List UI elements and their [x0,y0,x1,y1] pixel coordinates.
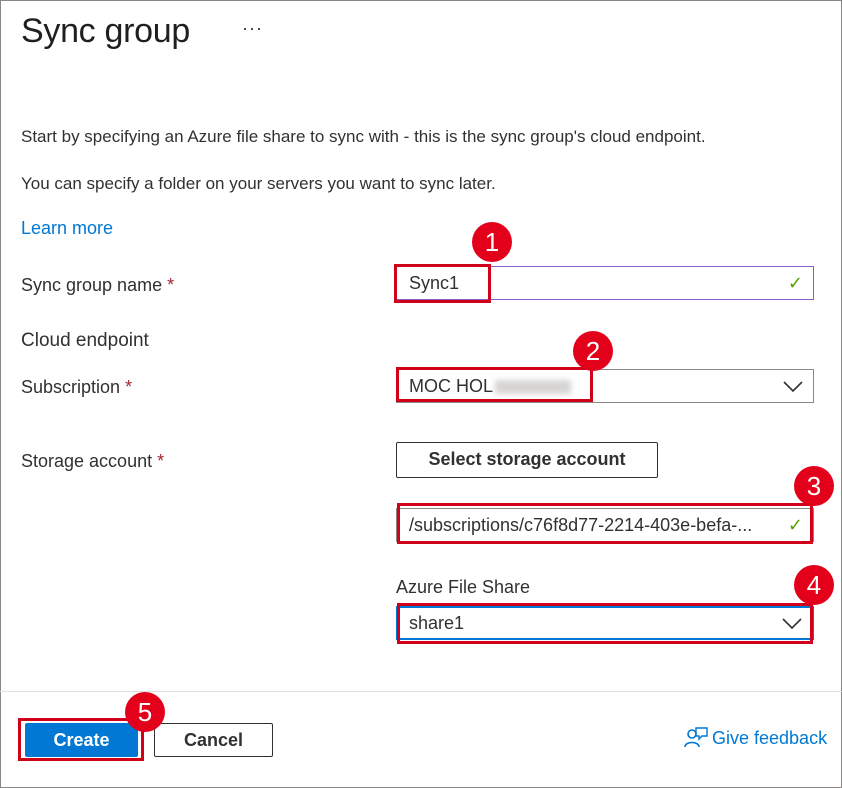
sync-group-name-input[interactable]: Sync1 ✓ [396,266,814,300]
storage-account-label: Storage account * [21,451,165,471]
create-button[interactable]: Create [25,723,138,757]
required-asterisk: * [167,275,175,295]
required-asterisk: * [157,451,165,471]
subscription-dropdown[interactable]: MOC HOL [396,369,814,403]
azure-file-share-value: share1 [409,613,465,633]
chevron-down-icon [782,618,802,630]
footer-divider [0,691,842,692]
storage-account-path-field[interactable]: /subscriptions/c76f8d77-2214-403e-befa-.… [396,508,814,542]
storage-account-path-value: /subscriptions/c76f8d77-2214-403e-befa-.… [409,515,753,535]
checkmark-icon: ✓ [787,515,803,535]
description-text-2: You can specify a folder on your servers… [21,174,496,193]
redacted-text [495,380,572,395]
cloud-endpoint-heading: Cloud endpoint [21,330,149,351]
azure-file-share-dropdown[interactable]: share1 [396,606,814,640]
sync-group-name-label: Sync group name * [21,275,175,295]
feedback-person-icon [684,727,708,748]
give-feedback-label: Give feedback [712,728,828,748]
chevron-down-icon [783,381,803,393]
subscription-value: MOC HOL [409,376,572,397]
give-feedback-link[interactable]: Give feedback [684,726,827,749]
sync-group-name-value: Sync1 [409,273,460,293]
required-asterisk: * [125,377,133,397]
page-title: Sync group [21,12,190,50]
azure-file-share-label: Azure File Share [396,577,531,597]
more-ellipsis-icon[interactable]: ··· [242,18,263,39]
checkmark-icon: ✓ [787,273,803,293]
description-text-1: Start by specifying an Azure file share … [21,127,706,146]
cancel-button[interactable]: Cancel [154,723,273,757]
select-storage-account-button[interactable]: Select storage account [396,442,658,478]
subscription-label: Subscription * [21,377,133,397]
learn-more-link[interactable]: Learn more [21,218,113,239]
